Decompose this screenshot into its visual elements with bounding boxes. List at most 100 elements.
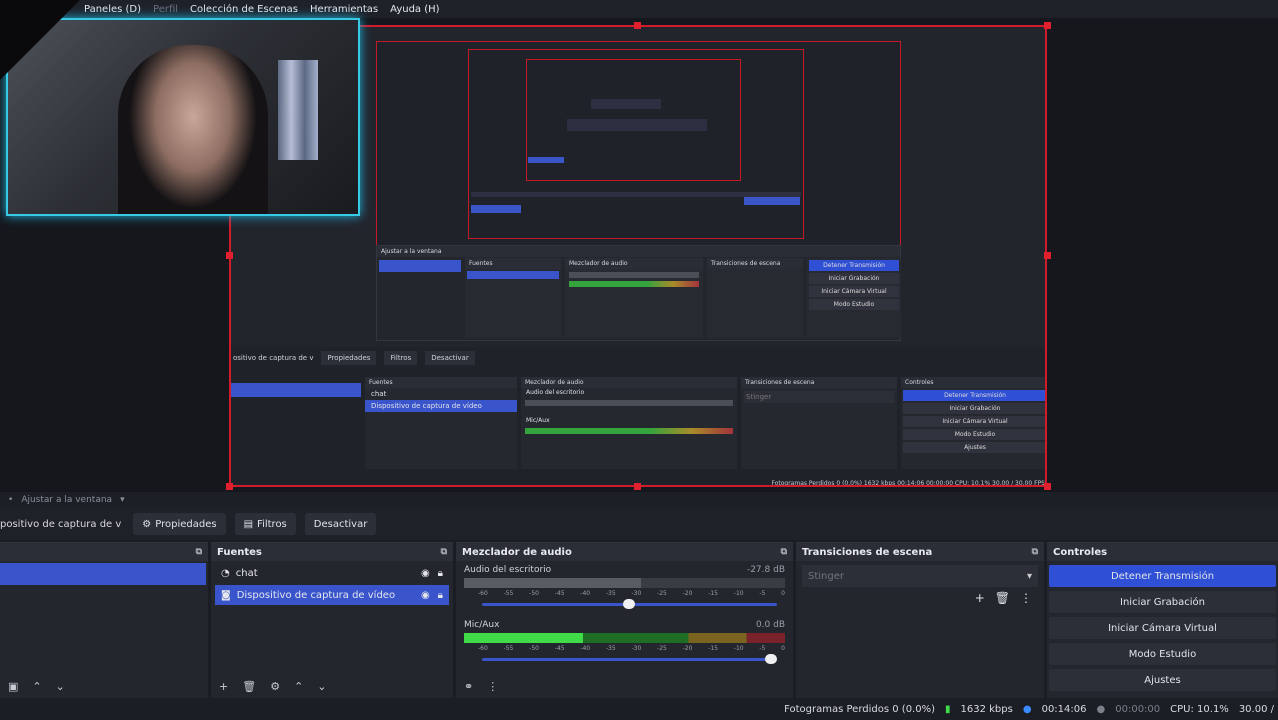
volume-slider[interactable] [482,654,777,664]
resize-handle-bl[interactable] [226,483,233,490]
dropped-frames: Fotogramas Perdidos 0 (0.0%) [784,704,935,715]
inner-bottom-scenes [231,377,361,469]
record-time: 00:00:00 [1115,704,1161,715]
scene-toolbar: • Ajustar a la ventana ▾ [0,492,1278,508]
scenes-dock: ⧉ ▣ ⌃ ⌄ [0,542,208,698]
stop-streaming-button[interactable]: Detener Transmisión [1049,565,1276,587]
source-item-chat[interactable]: ◔ chat ◉ 🔒︎ [215,563,449,583]
tick-label: -5 [759,645,766,652]
down-icon[interactable]: ⌄ [56,680,65,693]
popout-icon[interactable]: ⧉ [196,547,202,557]
up-icon[interactable]: ⌃ [294,680,303,693]
start-recording-button[interactable]: Iniciar Grabación [1049,591,1276,613]
mini-dock-row [591,99,661,109]
up-icon[interactable]: ⌃ [32,680,41,693]
scenes-dock-title: ⧉ [0,543,208,561]
trash-icon[interactable]: 🗑︎ [995,591,1010,605]
status-bar: Fotogramas Perdidos 0 (0.0%) ▮ 1632 kbps… [0,699,1278,720]
stream-time: 00:14:06 [1041,704,1087,715]
link-icon[interactable]: ⚭ [464,680,473,693]
popout-icon[interactable]: ⧉ [781,547,787,557]
source-item-video-capture[interactable]: ◙ Dispositivo de captura de vídeo ◉ 🔒︎ [215,585,449,605]
gear-icon[interactable]: ⚙ [270,680,280,693]
meter-ticks: -60 -55 -50 -45 -40 -35 -30 -25 -20 -15 -10 -5 0 [478,645,785,652]
mixer-channel-mic: Mic/Aux 0.0 dB -60 -55 -50 -45 -40 -35 -30 -25-… [456,616,793,665]
scene-item-selected[interactable] [0,563,206,585]
volume-knob[interactable] [623,599,636,609]
menu-profile[interactable]: Perfil [153,4,178,15]
scenes-footer: ▣ ⌃ ⌄ [0,674,208,698]
camera-icon: ◙ [221,589,231,601]
inner-bottom-mixer: Mezclador de audio Audio del escritorio … [521,377,737,469]
inner-controls: Detener Transmisión Iniciar Grabación In… [807,258,901,338]
deactivate-button[interactable]: Desactivar [304,513,377,535]
sources-dock-title: Fuentes ⧉ [211,543,453,561]
trash-icon[interactable]: 🗑︎ [242,680,256,693]
stream-indicator-icon: ● [1022,704,1032,715]
tick-label: -40 [580,590,591,597]
tick-label: -35 [605,590,616,597]
inner-scene-label: Ajustar a la ventana [377,246,900,257]
volume-slider[interactable] [482,599,777,609]
mini-scene-selected [471,205,521,213]
filters-button[interactable]: ▤ Filtros [234,513,296,535]
chevron-down-icon: ▾ [1026,570,1032,582]
record-indicator-icon: ● [1096,704,1106,715]
meter-level [464,633,583,643]
start-virtual-camera-button[interactable]: Iniciar Cámara Virtual [1049,617,1276,639]
menu-panels[interactable]: Paneles (D) [84,4,141,15]
studio-mode-button[interactable]: Modo Estudio [1049,643,1276,665]
menu-tools[interactable]: Herramientas [310,4,378,15]
resize-handle-br[interactable] [1044,483,1051,490]
inner-bottom-controls: Controles Detener Transmisión Iniciar Gr… [901,377,1045,469]
settings-button[interactable]: Ajustes [1049,669,1276,691]
tick-label: 0 [781,645,785,652]
volume-meter [464,633,785,643]
more-icon[interactable]: ⋮ [1020,591,1032,605]
inner-mixer: Mezclador de audio [565,258,703,338]
resize-handle-r[interactable] [1044,252,1051,259]
tick-label: -10 [733,590,744,597]
resize-handle-b[interactable] [634,483,641,490]
tick-label: -35 [605,645,616,652]
lock-icon[interactable]: 🔒︎ [438,568,443,579]
tick-label: -5 [759,590,766,597]
source-toolbar: positivo de captura de v ⚙ Propiedades ▤… [0,508,1278,540]
chevron-down-icon[interactable]: ▾ [120,495,125,505]
tick-label: -55 [503,590,514,597]
volume-knob[interactable] [765,654,777,664]
add-icon[interactable]: + [975,591,985,605]
menu-help[interactable]: Ayuda (H) [390,4,439,15]
popout-icon[interactable]: ⧉ [441,547,447,557]
transition-actions: + 🗑︎ ⋮ [796,591,1044,605]
tick-label: -25 [657,590,667,597]
menu-bar: Paneles (D) Perfil Colección de Escenas … [0,0,1278,18]
eye-icon[interactable]: ◉ [421,590,430,601]
tick-label: -15 [708,645,719,652]
meter-level [464,578,641,588]
tick-label: -20 [682,645,693,652]
resize-handle-l[interactable] [226,252,233,259]
resize-handle-t[interactable] [634,22,641,29]
resize-handle-tr[interactable] [1044,22,1051,29]
eye-icon[interactable]: ◉ [421,568,430,579]
volume-meter [464,578,785,588]
chat-icon: ◔ [221,567,230,579]
transition-select[interactable]: Stinger ▾ [802,565,1038,587]
mixer-footer: ⚭ ⋮ [456,674,793,698]
signal-icon: ▮ [945,704,951,715]
tick-label: -45 [554,590,565,597]
bitrate: 1632 kbps [960,704,1013,715]
more-icon[interactable]: ⋮ [487,680,498,693]
fit-to-window-label[interactable]: Ajustar a la ventana [21,495,112,505]
lock-icon[interactable]: 🔒︎ [438,590,443,601]
inner-scenes [377,258,463,338]
down-icon[interactable]: ⌄ [317,680,326,693]
popout-icon[interactable]: ⧉ [1032,547,1038,557]
menu-scene-collection[interactable]: Colección de Escenas [190,4,298,15]
filter-icon[interactable]: ▣ [8,680,18,693]
properties-button[interactable]: ⚙ Propiedades [133,513,226,535]
add-icon[interactable]: + [219,680,228,693]
controls-dock: Controles Detener Transmisión Iniciar Gr… [1047,542,1278,698]
tick-label: -10 [733,645,744,652]
